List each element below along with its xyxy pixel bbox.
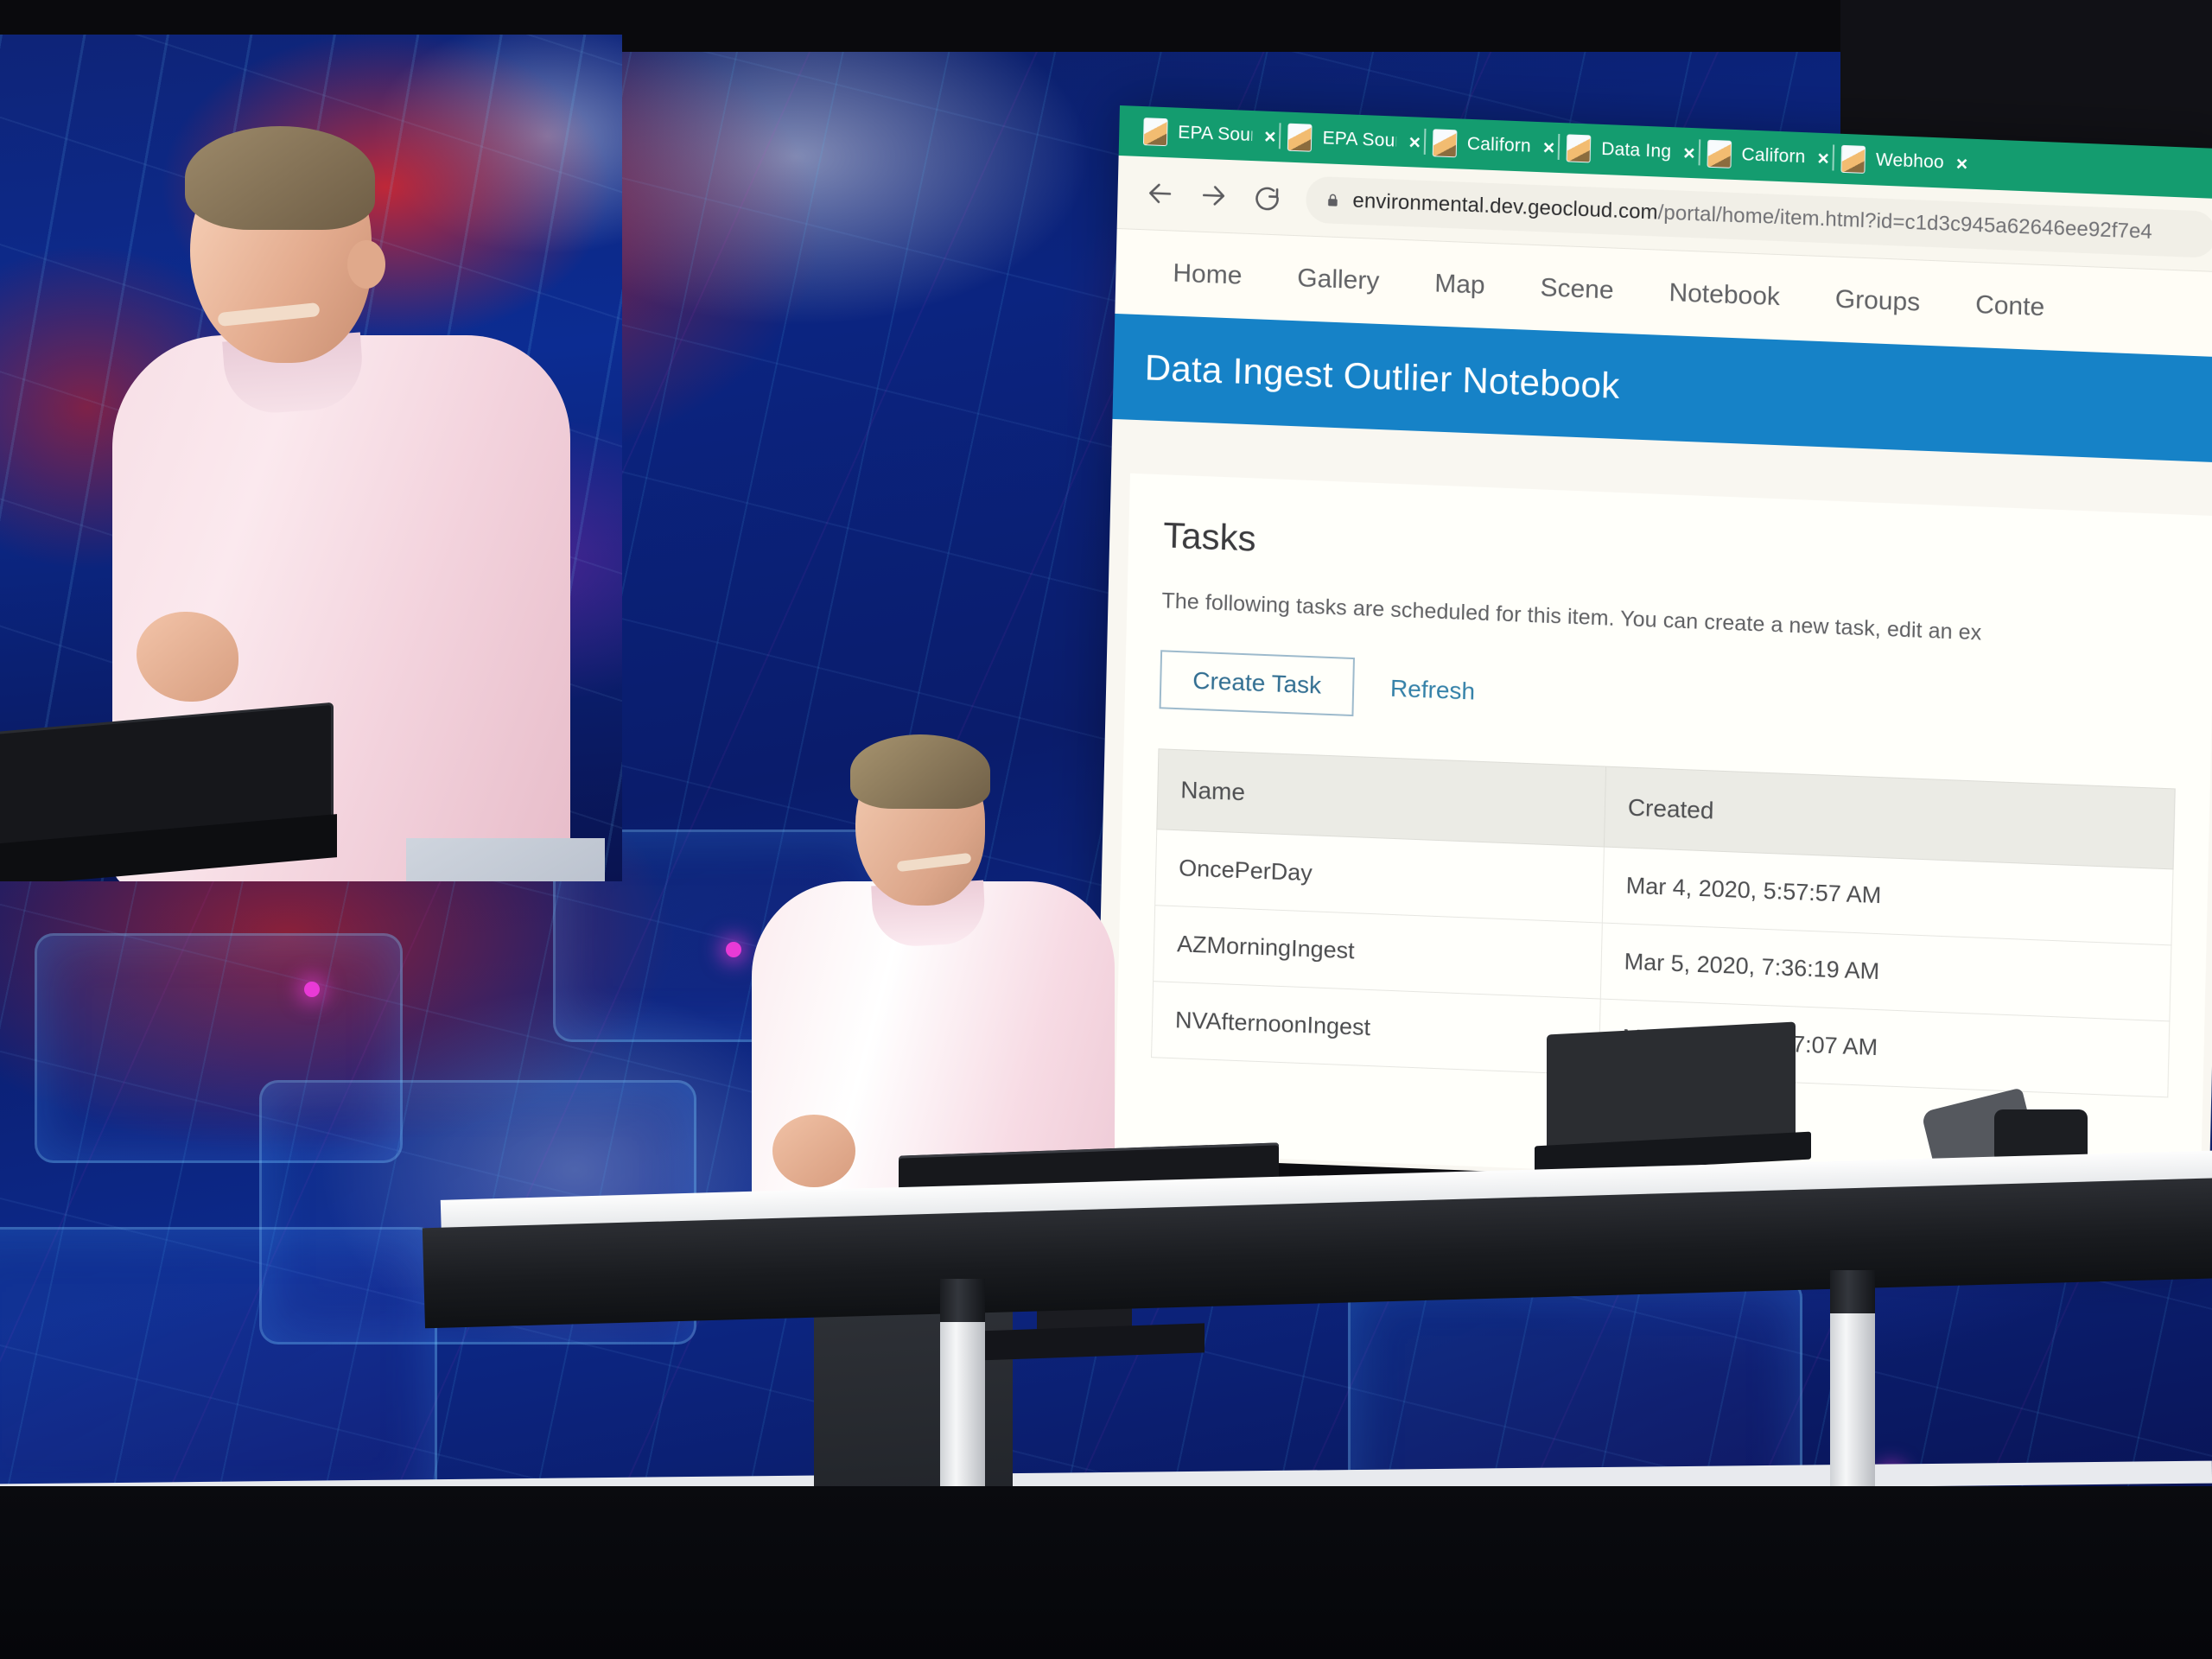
close-icon[interactable]: × [1408, 130, 1421, 154]
browser-tab[interactable]: Californ × [1427, 118, 1562, 173]
desk-leg-joint [940, 1279, 985, 1322]
page-title: Data Ingest Outlier Notebook [1144, 346, 1621, 406]
browser-tab-title: EPA Sour [1178, 122, 1253, 146]
nav-item-content[interactable]: Conte [1948, 289, 2073, 324]
map-thumbnail-icon [1432, 129, 1458, 158]
map-thumbnail-icon [1707, 139, 1732, 168]
browser-tab[interactable]: EPA Sour × [1138, 106, 1284, 162]
reload-icon[interactable] [1240, 170, 1294, 226]
close-icon[interactable]: × [1956, 152, 1968, 175]
stage-floor [0, 1486, 2212, 1659]
url-path: /portal/home/item.html?id=c1d3c945a62646… [1657, 200, 2153, 245]
tasks-actions: Create Task Refresh [1159, 650, 2178, 748]
browser-tab-title: Californ [1741, 144, 1806, 168]
desk-laptop [1535, 1021, 1811, 1184]
url-host: environmental.dev.geocloud.com [1352, 188, 1659, 225]
close-icon[interactable]: × [1817, 146, 1829, 169]
create-task-button[interactable]: Create Task [1159, 650, 1355, 717]
refresh-button[interactable]: Refresh [1385, 673, 1481, 706]
monitor-base [973, 1323, 1205, 1361]
browser-tab[interactable]: Californ × [1701, 128, 1837, 183]
wall-graphic-node [304, 982, 320, 997]
presenter-hand [772, 1115, 855, 1187]
desk-leg-joint [1830, 1270, 1875, 1313]
wall-graphic-cube [0, 1227, 437, 1517]
lock-icon [1328, 194, 1338, 207]
nav-item-home[interactable]: Home [1145, 257, 1270, 292]
close-icon[interactable]: × [1264, 124, 1276, 148]
tasks-description: The following tasks are scheduled for th… [1161, 588, 1982, 645]
presenter-hair [850, 734, 990, 809]
browser-tab-title: Data Ing [1600, 138, 1672, 162]
closeup-presenter-hair [185, 126, 375, 230]
browser-tab-active[interactable]: Data Ing × [1561, 123, 1703, 178]
back-icon[interactable] [1133, 166, 1187, 221]
url-text: environmental.dev.geocloud.com/portal/ho… [1352, 189, 2152, 245]
map-thumbnail-icon [1142, 118, 1168, 147]
wall-graphic-node [726, 942, 741, 957]
close-icon[interactable]: × [1543, 136, 1555, 159]
conference-stage-photo: EPA Sour × EPA Sour × Californ × Data In… [0, 0, 2212, 1659]
nav-item-scene[interactable]: Scene [1512, 272, 1642, 307]
browser-tab-title: EPA Sour [1322, 128, 1397, 151]
map-thumbnail-icon [1840, 144, 1866, 174]
nav-item-map[interactable]: Map [1407, 268, 1513, 302]
tasks-heading: Tasks [1162, 514, 1257, 559]
nav-item-gallery[interactable]: Gallery [1269, 263, 1408, 297]
closeup-podium-laptop [0, 702, 337, 881]
browser-tab-title: Webhoo [1875, 149, 1945, 173]
closeup-presenter-ear [347, 240, 385, 289]
close-icon[interactable]: × [1683, 141, 1695, 164]
presenter-closeup-feed [0, 35, 622, 881]
map-thumbnail-icon [1566, 134, 1592, 163]
closeup-presenter-trousers [406, 838, 605, 881]
forward-icon[interactable] [1186, 168, 1241, 223]
browser-tab[interactable]: EPA Sour × [1282, 111, 1428, 168]
nav-item-notebook[interactable]: Notebook [1641, 277, 1808, 314]
map-thumbnail-icon [1287, 123, 1313, 152]
browser-tab[interactable]: Webhoo × [1835, 134, 1975, 189]
browser-tab-title: Californ [1466, 133, 1532, 156]
nav-item-groups[interactable]: Groups [1807, 283, 1948, 318]
